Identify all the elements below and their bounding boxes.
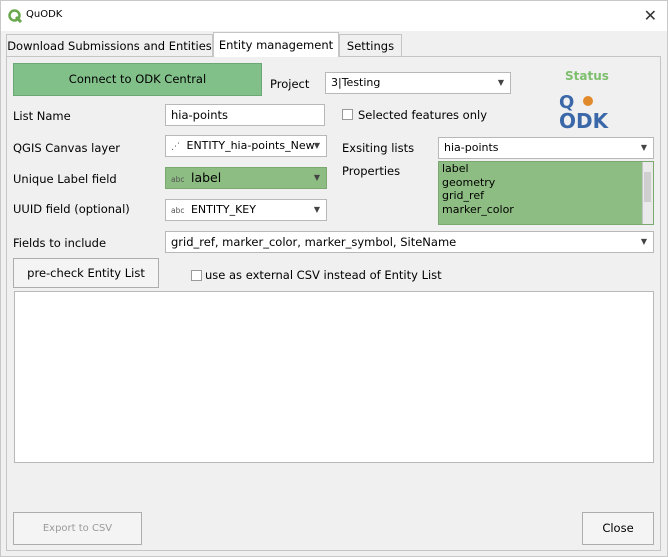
fields-include-label: Fields to include [13,236,107,250]
list-item[interactable]: grid_ref [439,189,653,203]
svg-text:ODK: ODK [559,109,610,130]
chevron-down-icon: ▼ [313,205,320,214]
qgis-q-icon [8,9,22,23]
list-item[interactable]: geometry [439,176,653,190]
fields-include-select[interactable]: grid_ref, marker_color, marker_symbol, S… [165,231,654,253]
output-text-area[interactable] [14,291,654,463]
uuid-field-select[interactable]: abc ENTITY_KEY ▼ [165,199,327,221]
status-label: Status [565,69,609,83]
entity-management-panel: Connect to ODK Central Project 3|Testing… [6,56,661,551]
chevron-down-icon: ▼ [497,78,504,87]
precheck-entity-list-button[interactable]: pre-check Entity List [13,258,159,288]
uuid-field-label: UUID field (optional) [13,202,130,216]
window-title: QuODK [26,9,63,20]
existing-lists-label: Exsiting lists [342,141,415,155]
canvas-layer-select[interactable]: ⋰ ENTITY_hia-points_New ▼ [165,135,327,157]
window-close-icon[interactable]: ✕ [644,6,657,25]
fields-include-value: grid_ref, marker_color, marker_symbol, S… [171,235,457,249]
existing-lists-select[interactable]: hia-points ▼ [438,137,654,159]
list-item[interactable]: marker_color [439,203,653,217]
tab-settings[interactable]: Settings [339,34,402,56]
list-item[interactable]: label [439,162,653,176]
project-value: 3|Testing [331,76,381,89]
list-name-input[interactable]: hia-points [165,104,325,126]
chevron-down-icon: ▼ [313,173,320,182]
project-label: Project [270,77,310,91]
tab-entity-management[interactable]: Entity management [213,32,339,57]
unique-label-field-label: Unique Label field [13,172,117,186]
canvas-layer-value: ENTITY_hia-points_New [186,139,315,152]
project-select[interactable]: 3|Testing ▼ [325,72,511,94]
uuid-field-value: ENTITY_KEY [190,203,256,216]
unique-label-value: label [190,170,222,185]
close-button[interactable]: Close [582,512,654,545]
properties-label: Properties [342,164,401,178]
export-csv-button[interactable]: Export to CSV [13,512,142,545]
canvas-layer-label: QGIS Canvas layer [13,141,121,155]
tab-download-submissions[interactable]: Download Submissions and Entities [6,34,213,56]
scrollbar-thumb[interactable] [644,172,651,202]
chevron-down-icon: ▼ [640,237,647,246]
text-field-type-icon: abc [171,206,185,215]
chevron-down-icon: ▼ [640,143,647,152]
external-csv-checkbox[interactable] [191,270,202,281]
selected-features-label: Selected features only [358,108,487,122]
title-bar: QuODK ✕ [1,1,667,31]
properties-list[interactable]: label geometry grid_ref marker_color [438,161,654,225]
external-csv-label: use as external CSV instead of Entity Li… [205,268,442,282]
text-field-type-icon: abc [171,175,185,184]
connect-odk-button[interactable]: Connect to ODK Central [13,63,262,96]
existing-lists-value: hia-points [444,141,499,154]
quodk-logo-icon: Q ODK [559,92,610,130]
quodk-window: QuODK ✕ Download Submissions and Entitie… [0,0,668,557]
selected-features-checkbox[interactable] [342,109,353,120]
chevron-down-icon: ▼ [313,136,320,156]
unique-label-select[interactable]: abc label ▼ [165,167,327,189]
point-layer-icon: ⋰ [171,142,180,152]
properties-scrollbar[interactable] [642,162,653,224]
list-name-label: List Name [13,109,71,123]
